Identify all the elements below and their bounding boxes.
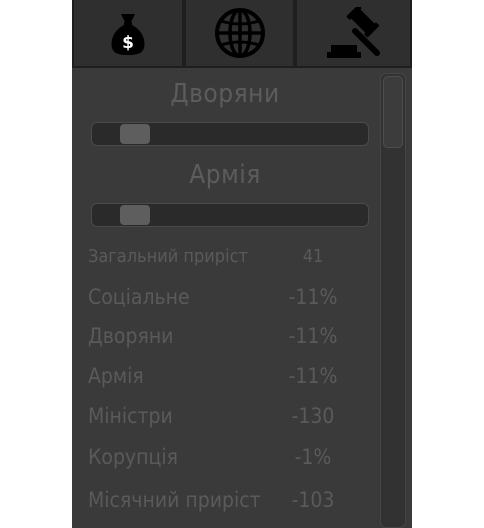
slider-handle[interactable] [120, 205, 150, 225]
stat-row-total-growth: Загальний приріст 41 [88, 246, 378, 278]
vertical-scrollbar[interactable] [380, 73, 406, 528]
stat-label: Загальний приріст [88, 246, 248, 267]
tab-bar: $ [72, 0, 412, 68]
stat-row-social: Соціальне -11% [88, 285, 378, 317]
stat-value: -103 [291, 488, 335, 512]
stat-row-monthly-growth: Місячний приріст -103 [88, 488, 378, 520]
nobility-slider[interactable] [91, 122, 369, 146]
stat-row-army: Армія -11% [88, 364, 378, 396]
svg-text:$: $ [122, 33, 134, 53]
stat-label: Корупція [88, 445, 178, 469]
tab-economy[interactable]: $ [74, 0, 182, 66]
money-bag-icon: $ [111, 14, 145, 55]
stat-label: Місячний приріст [88, 488, 261, 512]
slider-handle[interactable] [120, 124, 150, 144]
stat-value: -11% [288, 285, 338, 309]
slider-label-nobility: Дворяни [170, 79, 280, 109]
stat-row-ministers: Міністри -130 [88, 404, 378, 436]
stat-value: -11% [288, 364, 338, 388]
stat-value: -11% [288, 324, 338, 348]
stat-label: Дворяни [88, 324, 174, 348]
globe-icon [214, 8, 265, 58]
panel-content: Дворяни Армія Загальний приріст 41 Соціа… [72, 68, 378, 528]
stat-value: -130 [291, 404, 335, 428]
stat-value: 41 [302, 246, 324, 267]
stat-label: Соціальне [88, 285, 190, 309]
stat-value: -1% [294, 445, 332, 469]
stat-row-corruption: Корупція -1% [88, 445, 378, 477]
tab-law[interactable] [297, 0, 410, 66]
gavel-icon [326, 7, 380, 58]
stat-label: Міністри [88, 404, 173, 428]
tab-world[interactable] [186, 0, 293, 66]
economy-panel: $ Дворяни Армія Загальний приріст 41 Соц… [72, 0, 412, 528]
army-slider[interactable] [91, 203, 369, 227]
slider-label-army: Армія [189, 160, 261, 190]
stat-row-nobility: Дворяни -11% [88, 324, 378, 356]
scrollbar-thumb[interactable] [383, 76, 403, 148]
stat-label: Армія [88, 364, 144, 388]
